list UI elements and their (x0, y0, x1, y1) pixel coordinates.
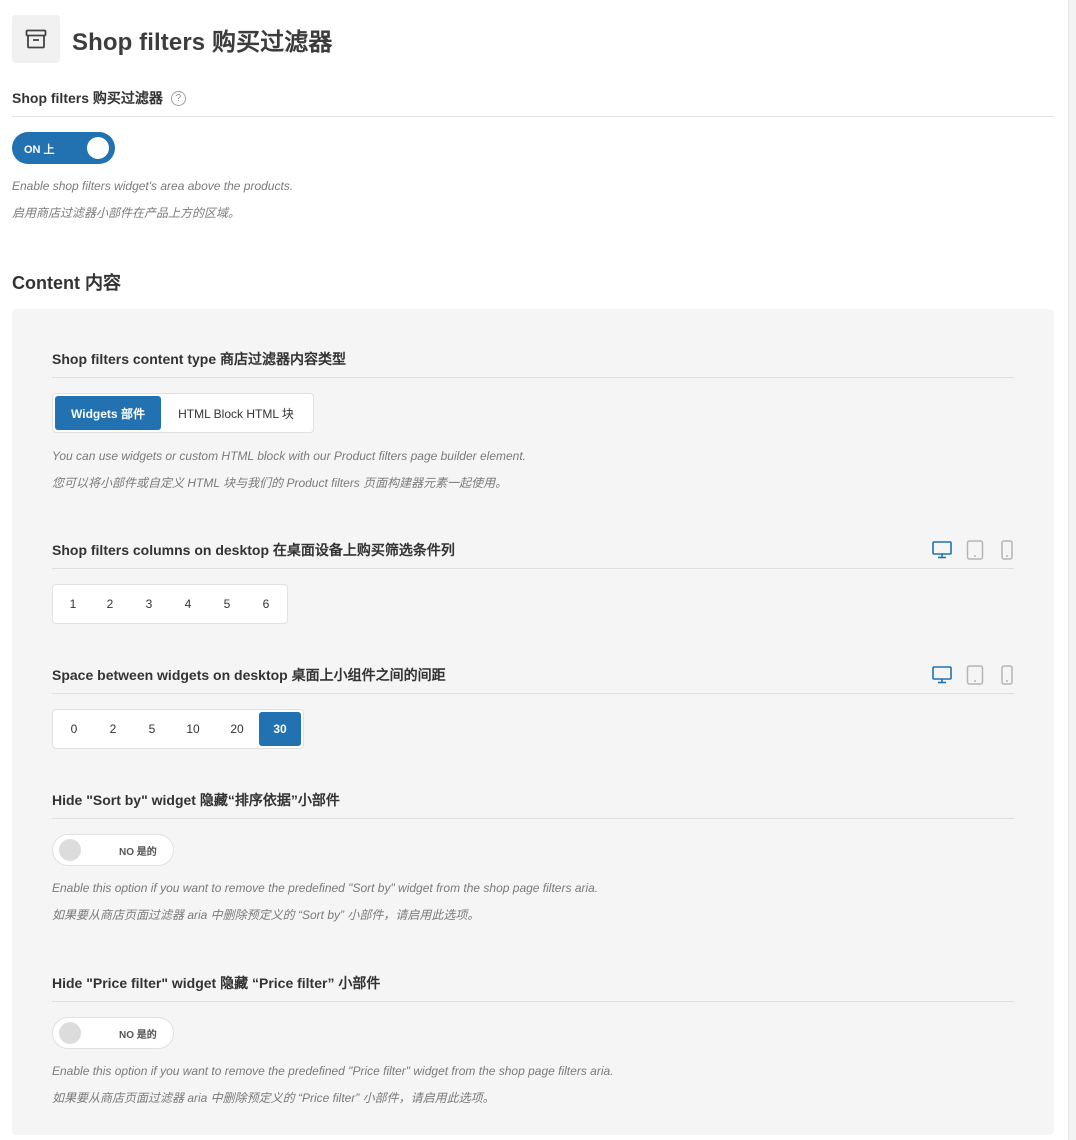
column-option[interactable]: 2 (91, 587, 129, 621)
description-en: Enable shop filters widget's area above … (12, 179, 294, 193)
spacing-option[interactable]: 10 (171, 712, 215, 746)
description-zh: 您可以将小部件或自定义 HTML 块与我们的 Product filters 页… (52, 476, 508, 490)
toggle-label: NO 是的 (119, 1030, 157, 1041)
content-section-title: Content 内容 (12, 273, 121, 293)
shop-filters-description: Enable shop filters widget's area above … (12, 173, 293, 227)
hide-sort-description: Enable this option if you want to remove… (52, 875, 598, 929)
spacing-option[interactable]: 20 (215, 712, 259, 746)
divider (52, 1001, 1014, 1002)
column-option[interactable]: 3 (129, 587, 169, 621)
hide-price-title: Hide "Price filter" widget 隐藏 “Price fil… (52, 975, 381, 991)
spacing-option-selected[interactable]: 30 (259, 712, 301, 746)
help-icon[interactable]: ? (170, 90, 186, 106)
divider (52, 568, 1014, 569)
shop-filters-label: Shop filters 购买过滤器 ? (12, 88, 186, 108)
spacing-selector: 0 2 5 10 20 30 (52, 709, 304, 749)
desktop-icon[interactable] (932, 666, 952, 689)
description-zh: 如果要从商店页面过滤器 aria 中删除预定义的 “Sort by” 小部件，请… (52, 908, 480, 922)
toggle-label: NO 是的 (119, 847, 157, 858)
shop-filters-toggle[interactable]: ON 上 (12, 132, 115, 164)
divider (52, 693, 1014, 694)
description-zh: 如果要从商店页面过滤器 aria 中删除预定义的 “Price filter” … (52, 1091, 495, 1105)
hide-price-description: Enable this option if you want to remove… (52, 1058, 614, 1112)
option-widgets[interactable]: Widgets 部件 (55, 396, 161, 430)
toggle-knob (87, 137, 109, 159)
column-option[interactable]: 4 (169, 587, 207, 621)
page-title: Shop filters 购买过滤器 (72, 28, 333, 56)
scrollbar[interactable] (1068, 0, 1076, 1140)
option-html-block[interactable]: HTML Block HTML 块 (161, 396, 311, 430)
mobile-icon[interactable] (998, 540, 1016, 565)
shop-filters-label-text: Shop filters 购买过滤器 (12, 90, 163, 106)
divider (52, 377, 1014, 378)
page-header: Shop filters 购买过滤器 (12, 15, 332, 63)
device-switcher (932, 665, 1016, 690)
hide-price-toggle[interactable]: NO 是的 (52, 1017, 174, 1049)
description-en: You can use widgets or custom HTML block… (52, 449, 527, 463)
content-panel: Shop filters content type 商店过滤器内容类型 Widg… (12, 309, 1054, 1135)
description-en: Enable this option if you want to remove… (52, 881, 599, 895)
column-option[interactable]: 1 (55, 587, 91, 621)
toggle-knob (59, 1022, 81, 1044)
content-type-title: Shop filters content type 商店过滤器内容类型 (52, 351, 347, 367)
archive-box-icon (12, 15, 60, 63)
content-type-selector: Widgets 部件 HTML Block HTML 块 (52, 393, 314, 433)
columns-selector: 1 2 3 4 5 6 (52, 584, 288, 624)
device-switcher (932, 540, 1016, 565)
divider (52, 818, 1014, 819)
description-zh: 启用商店过滤器小部件在产品上方的区域。 (12, 206, 241, 220)
desktop-icon[interactable] (932, 541, 952, 564)
divider (12, 116, 1054, 117)
spacing-title: Space between widgets on desktop 桌面上小组件之… (52, 667, 446, 683)
tablet-icon[interactable] (966, 665, 984, 690)
mobile-icon[interactable] (998, 665, 1016, 690)
spacing-option[interactable]: 0 (55, 712, 93, 746)
spacing-option[interactable]: 2 (93, 712, 133, 746)
hide-sort-title: Hide "Sort by" widget 隐藏“排序依据”小部件 (52, 792, 340, 808)
spacing-option[interactable]: 5 (133, 712, 171, 746)
column-option[interactable]: 5 (207, 587, 247, 621)
column-option[interactable]: 6 (247, 587, 285, 621)
toggle-knob (59, 839, 81, 861)
tablet-icon[interactable] (966, 540, 984, 565)
content-type-description: You can use widgets or custom HTML block… (52, 443, 526, 497)
columns-title: Shop filters columns on desktop 在桌面设备上购买… (52, 542, 455, 558)
hide-sort-toggle[interactable]: NO 是的 (52, 834, 174, 866)
description-en: Enable this option if you want to remove… (52, 1064, 614, 1078)
toggle-label: ON 上 (24, 144, 55, 156)
